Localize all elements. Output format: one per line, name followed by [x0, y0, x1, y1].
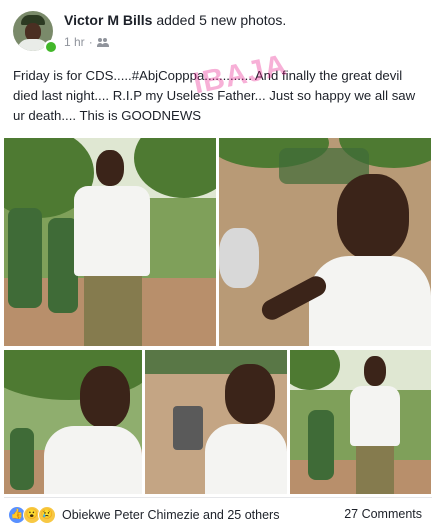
online-status-icon — [44, 40, 58, 54]
photo-subject-shirt — [74, 186, 150, 276]
photo-2[interactable] — [219, 138, 431, 346]
photo-subject-shirt — [205, 424, 287, 494]
post-timestamp[interactable]: 1 hr — [64, 35, 85, 49]
photo-subject-trousers — [84, 276, 142, 346]
photo-subject-shirt — [309, 256, 431, 346]
comments-count-link[interactable]: 27 Comments — [344, 507, 422, 521]
photo-1[interactable] — [4, 138, 216, 346]
photo-person — [308, 410, 334, 480]
photo-5[interactable] — [290, 350, 431, 494]
post-header: Victor M Bills added 5 new photos. — [64, 12, 286, 28]
post-meta: 1 hr · — [64, 35, 109, 49]
photo-subject-trousers — [356, 446, 394, 494]
photo-subject-shirt — [44, 426, 142, 494]
meta-separator: · — [88, 35, 93, 49]
post-action-text: added 5 new photos. — [156, 12, 287, 28]
photo-3[interactable] — [4, 350, 142, 494]
photo-subject-head — [225, 364, 275, 424]
reactions-divider — [4, 497, 432, 498]
photo-person — [8, 208, 42, 308]
photo-4[interactable] — [145, 350, 287, 494]
photo-person — [10, 428, 34, 490]
photo-subject-head — [337, 174, 409, 260]
photo-chair — [173, 406, 203, 450]
reactions-summary[interactable]: 👍 😮 😢 Obiekwe Peter Chimezie and 25 othe… — [8, 506, 279, 524]
sad-icon: 😢 — [38, 506, 56, 524]
facebook-post: Victor M Bills added 5 new photos. 1 hr … — [0, 0, 436, 526]
photo-subject-head — [80, 366, 130, 428]
photo-chair — [219, 228, 259, 288]
photo-subject-shirt — [350, 386, 400, 446]
friends-icon[interactable] — [96, 37, 109, 47]
photo-subject-head — [96, 150, 124, 186]
reactors-text[interactable]: Obiekwe Peter Chimezie and 25 others — [62, 508, 279, 522]
author-name-link[interactable]: Victor M Bills — [64, 12, 152, 28]
photo-subject-head — [364, 356, 386, 386]
